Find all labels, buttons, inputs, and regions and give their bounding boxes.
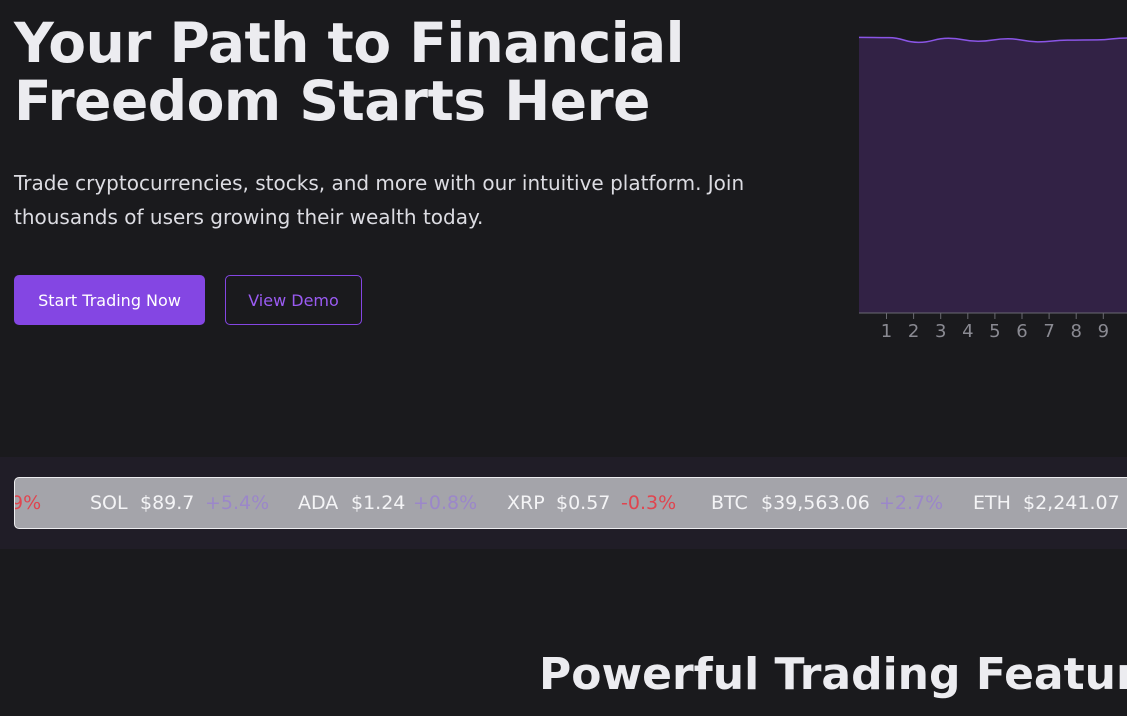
x-tick-label: 9 xyxy=(1098,321,1109,342)
x-tick-label: 8 xyxy=(1070,321,1081,342)
features-title: Powerful Trading Features xyxy=(539,649,1127,700)
ticker-change: +5.4% xyxy=(205,492,270,514)
hero-title: Your Path to Financial Freedom Starts He… xyxy=(14,14,814,130)
ticker-change: .9% xyxy=(14,492,42,514)
view-demo-button[interactable]: View Demo xyxy=(225,275,362,325)
x-tick-label: 3 xyxy=(935,321,946,342)
ticker-change: +0.8% xyxy=(413,492,478,514)
x-tick-label: 5 xyxy=(989,321,1000,342)
x-tick-label: 4 xyxy=(962,321,973,342)
ticker-symbol: ETH xyxy=(973,492,1011,514)
landing-page: Your Path to Financial Freedom Starts He… xyxy=(0,0,1127,716)
ticker-symbol: ADA xyxy=(298,492,339,514)
ticker-symbol: BTC xyxy=(711,492,748,514)
ticker-price: $0.57 xyxy=(556,492,611,514)
ticker-change: +2.7% xyxy=(879,492,944,514)
hero-subtitle: Trade cryptocurrencies, stocks, and more… xyxy=(14,171,745,229)
x-tick-label: 2 xyxy=(908,321,919,342)
ticker-price: $89.7 xyxy=(140,492,195,514)
ticker-price: $39,563.06 xyxy=(761,492,870,514)
hero-title-line-2: Freedom Starts Here xyxy=(14,69,650,133)
hero-title-line-1: Your Path to Financial xyxy=(14,11,685,75)
ticker-symbol: SOL xyxy=(90,492,128,514)
x-tick-label: 6 xyxy=(1016,321,1027,342)
chart-area xyxy=(859,37,1127,313)
start-trading-button[interactable]: Start Trading Now xyxy=(14,275,205,325)
x-tick-label: 7 xyxy=(1043,321,1054,342)
ticker-symbol: XRP xyxy=(507,492,545,514)
price-ticker: .9% SOL $89.7 +5.4% ADA $1.24 +0.8% XRP … xyxy=(14,477,1127,529)
ticker-change: -0.3% xyxy=(621,492,677,514)
ticker-price: $1.24 xyxy=(351,492,406,514)
ticker-price: $2,241.07 xyxy=(1023,492,1120,514)
price-chart: 123456789 xyxy=(858,36,1127,342)
x-tick-label: 1 xyxy=(881,321,892,342)
